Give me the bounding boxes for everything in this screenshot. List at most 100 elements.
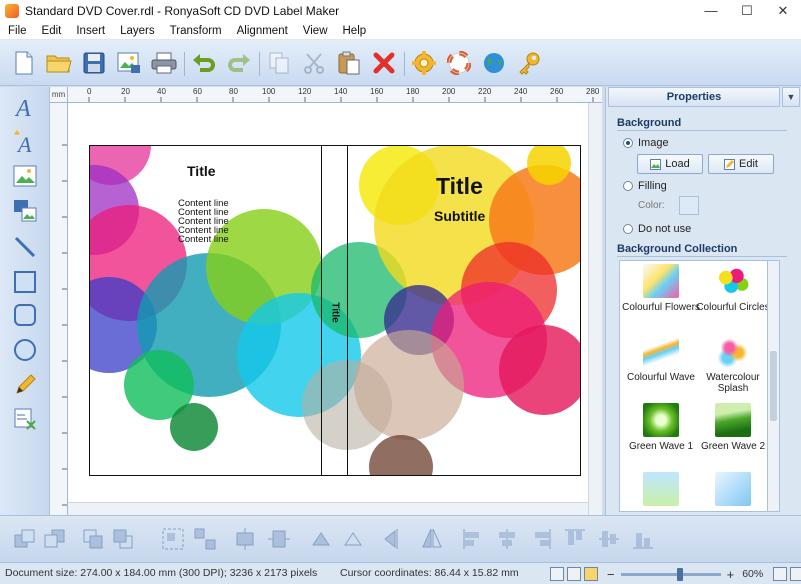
menu-view[interactable]: View [295, 25, 335, 37]
collection-item-colourful-circles[interactable]: Colourful Circles [694, 264, 772, 313]
center-vertical-icon[interactable] [266, 526, 292, 552]
actual-size-icon[interactable] [790, 567, 801, 581]
window-controls: — ☐ ✕ [693, 0, 801, 22]
key-register-icon[interactable] [515, 49, 543, 77]
zoom-slider[interactable] [620, 567, 721, 581]
undo-icon[interactable] [190, 49, 218, 77]
align-center-icon[interactable] [494, 526, 520, 552]
color-label: Color: [638, 200, 665, 211]
collection-item-watercolour-splash[interactable]: Watercolour Splash [694, 334, 772, 394]
ellipse-tool-icon[interactable] [11, 336, 39, 364]
help-lifebuoy-icon[interactable] [445, 49, 473, 77]
load-button[interactable]: Load [637, 154, 703, 174]
menu-alignment[interactable]: Alignment [229, 25, 295, 37]
radio-unselected-icon [623, 224, 633, 234]
collection-scrollbar[interactable] [767, 260, 780, 512]
text-tool-icon[interactable]: A [11, 93, 39, 121]
ungroup-icon[interactable] [192, 526, 218, 552]
align-right-icon[interactable] [528, 526, 554, 552]
curved-text-tool-icon[interactable]: A [11, 127, 39, 155]
collection-item-green-wave-1[interactable]: Green Wave 1 [622, 403, 700, 452]
vertical-ruler-ticks [62, 144, 67, 506]
content-lines[interactable]: Content line Content line Content line C… [178, 199, 229, 245]
front-title[interactable]: Title [436, 173, 483, 200]
menu-layers[interactable]: Layers [112, 25, 162, 37]
paste-icon[interactable] [335, 49, 363, 77]
collection-item-label: Colourful Wave [627, 372, 695, 383]
canvas-vertical-scrollbar[interactable] [588, 103, 602, 515]
send-to-back-icon[interactable] [42, 526, 68, 552]
bring-to-front-icon[interactable] [12, 526, 38, 552]
group-icon[interactable] [160, 526, 186, 552]
menu-transform[interactable]: Transform [162, 25, 229, 37]
settings-icon[interactable] [410, 49, 438, 77]
collection-item-colourful-flowers[interactable]: Colourful Flowers [622, 264, 700, 313]
fit-page-icon[interactable] [773, 567, 788, 581]
back-cover-panel[interactable] [89, 145, 322, 476]
design-canvas[interactable]: Title Content line Content line Content … [68, 103, 602, 515]
ruler-tick: 220 [478, 87, 492, 96]
snap-grid-icon[interactable] [567, 567, 581, 581]
edit-button[interactable]: Edit [708, 154, 774, 174]
align-middle-icon[interactable] [596, 526, 622, 552]
menu-insert[interactable]: Insert [68, 25, 112, 37]
send-backward-icon[interactable] [110, 526, 136, 552]
image-radio[interactable]: Image [623, 137, 669, 149]
main-toolbar [0, 40, 801, 86]
close-window-button[interactable]: ✕ [765, 0, 801, 22]
pencil-tool-icon[interactable] [11, 371, 39, 399]
open-folder-icon[interactable] [45, 49, 73, 77]
picture-collection-tool-icon[interactable] [11, 197, 39, 225]
background-collection-list[interactable]: Colourful Flowers Colourful Circles Colo… [619, 260, 780, 512]
canvas-horizontal-scrollbar[interactable] [68, 502, 588, 515]
ruler-toggle-icon[interactable] [584, 567, 598, 581]
rotate-right-icon[interactable] [340, 526, 366, 552]
color-swatch[interactable] [679, 196, 699, 215]
flip-vertical-icon[interactable] [418, 526, 444, 552]
zoom-in-button[interactable]: + [727, 567, 735, 582]
web-globe-icon[interactable] [480, 49, 508, 77]
do-not-use-radio[interactable]: Do not use [623, 223, 691, 235]
collection-item-colourful-wave[interactable]: Colourful Wave [622, 334, 700, 383]
image-radio-label: Image [638, 137, 669, 149]
center-horizontal-icon[interactable] [232, 526, 258, 552]
collection-item-green-wave-2[interactable]: Green Wave 2 [694, 403, 772, 452]
print-icon[interactable] [150, 49, 178, 77]
front-subtitle[interactable]: Subtitle [434, 208, 485, 224]
align-left-icon[interactable] [460, 526, 486, 552]
new-document-icon[interactable] [10, 49, 38, 77]
back-title[interactable]: Title [187, 163, 216, 179]
grid-view-icon[interactable] [550, 567, 564, 581]
rotate-left-icon[interactable] [308, 526, 334, 552]
ruler-tick: 40 [157, 87, 166, 96]
maximize-button[interactable]: ☐ [729, 0, 765, 22]
menu-help[interactable]: Help [335, 25, 374, 37]
cut-icon[interactable] [300, 49, 328, 77]
rectangle-tool-icon[interactable] [11, 268, 39, 296]
rounded-rectangle-tool-icon[interactable] [11, 301, 39, 329]
collection-item-spring-meadow[interactable] [622, 472, 700, 510]
line-tool-icon[interactable] [11, 233, 39, 261]
redo-icon[interactable] [225, 49, 253, 77]
minimize-button[interactable]: — [693, 0, 729, 22]
flip-horizontal-icon[interactable] [382, 526, 408, 552]
align-bottom-icon[interactable] [630, 526, 656, 552]
collection-item-blue-light[interactable] [694, 472, 772, 510]
filling-radio[interactable]: Filling [623, 180, 667, 192]
zoom-slider-knob[interactable] [676, 567, 683, 581]
copy-icon[interactable] [265, 49, 293, 77]
image-tool-icon[interactable] [11, 162, 39, 190]
chevron-down-icon[interactable]: ▼ [782, 87, 800, 107]
save-icon[interactable] [80, 49, 108, 77]
zoom-out-button[interactable]: − [607, 567, 615, 582]
clipart-tool-icon[interactable] [11, 405, 39, 433]
align-top-icon[interactable] [562, 526, 588, 552]
bring-forward-icon[interactable] [80, 526, 106, 552]
dvd-cover[interactable]: Title Content line Content line Content … [89, 145, 581, 476]
delete-icon[interactable] [370, 49, 398, 77]
menu-file[interactable]: File [0, 25, 34, 37]
image-export-icon[interactable] [115, 49, 143, 77]
collection-scrollbar-thumb[interactable] [770, 351, 777, 421]
menu-edit[interactable]: Edit [34, 25, 69, 37]
spine-title[interactable]: Title [330, 295, 341, 331]
